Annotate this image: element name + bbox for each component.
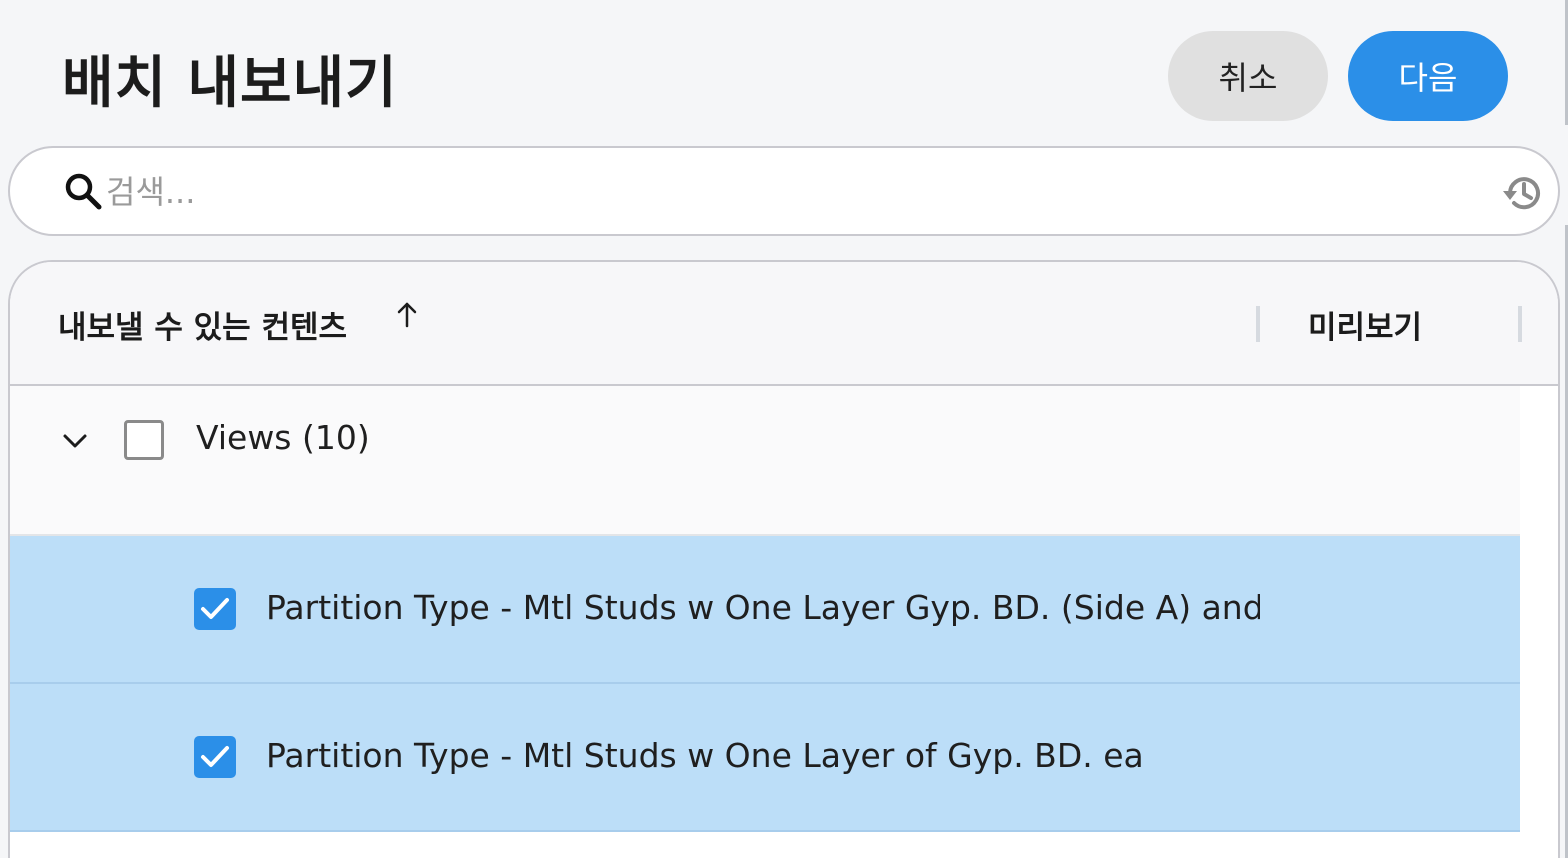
- group-row-views[interactable]: Views (10): [10, 386, 1520, 536]
- arrow-up-icon[interactable]: [394, 300, 420, 330]
- column-header-preview: 미리보기: [1308, 310, 1423, 346]
- column-header-exportable-content[interactable]: 내보낼 수 있는 컨텐츠: [58, 302, 347, 347]
- search-bar: [8, 146, 1560, 236]
- table-header: 내보낼 수 있는 컨텐츠 미리보기: [10, 262, 1558, 386]
- search-input[interactable]: [106, 166, 1486, 218]
- cancel-button[interactable]: 취소: [1168, 31, 1328, 121]
- list-item[interactable]: Partition Type - Mtl Studs w One Layer o…: [10, 684, 1520, 832]
- column-resize-handle[interactable]: [1518, 306, 1522, 342]
- content-table: 내보낼 수 있는 컨텐츠 미리보기 Views (10) Partition T…: [8, 260, 1560, 858]
- list-item[interactable]: Partition Type - Mtl Studs w One Layer G…: [10, 536, 1520, 684]
- page-title: 배치 내보내기: [62, 51, 398, 116]
- history-icon[interactable]: [1500, 170, 1546, 216]
- group-label: Views (10): [196, 418, 370, 457]
- column-resize-handle[interactable]: [1256, 306, 1260, 342]
- group-checkbox[interactable]: [124, 420, 164, 460]
- check-icon: [201, 598, 229, 619]
- item-label: Partition Type - Mtl Studs w One Layer o…: [266, 736, 1144, 775]
- chevron-down-icon[interactable]: [60, 426, 90, 456]
- next-button[interactable]: 다음: [1348, 31, 1508, 121]
- search-icon: [65, 173, 102, 210]
- check-icon: [201, 746, 229, 767]
- batch-export-page: 배치 내보내기 취소 다음 내보낼 수 있는 컨텐츠 미리보기: [0, 0, 1568, 858]
- item-checkbox[interactable]: [194, 588, 236, 630]
- item-label: Partition Type - Mtl Studs w One Layer G…: [266, 588, 1260, 627]
- item-checkbox[interactable]: [194, 736, 236, 778]
